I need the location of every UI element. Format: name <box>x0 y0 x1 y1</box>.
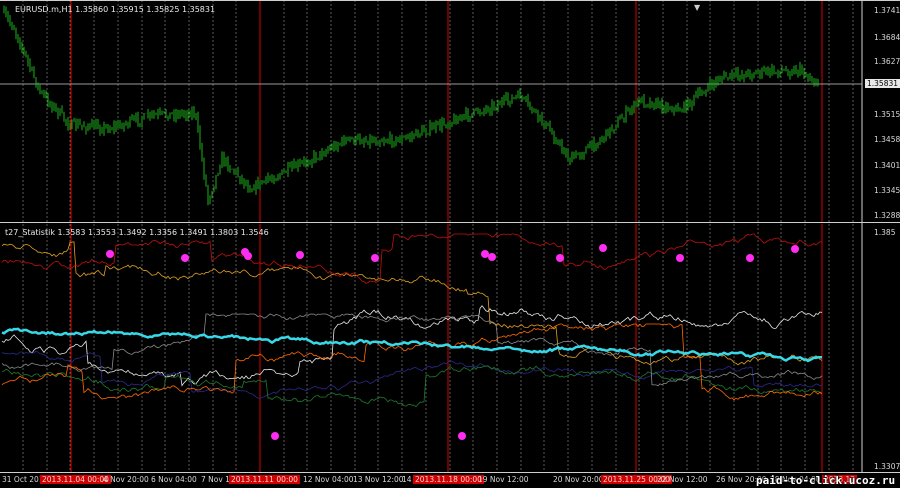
time-tick-label: 2013.11.18 00:00 <box>413 475 484 484</box>
price-tick-label: 1.34010 <box>874 161 900 170</box>
time-tick-label: 13 Nov 12:00 <box>353 475 404 484</box>
price-tick-label: 1.32885 <box>874 211 900 220</box>
time-tick-label: 6 Nov 04:00 <box>151 475 197 484</box>
time-tick-label: 22 Nov 12:00 <box>657 475 708 484</box>
time-tick-label: 2013.11.11 00:00 <box>229 475 300 484</box>
price-tick-label: 1.35150 <box>874 110 900 119</box>
main-pane-title: EURUSD.m,H1 1.35860 1.35915 1.35825 1.35… <box>15 5 216 14</box>
time-tick-label: 2013.11.04 00:00 <box>40 475 111 484</box>
price-tick-label: 1.36845 <box>874 33 900 42</box>
chart-frame <box>0 0 900 473</box>
bid-price-label: 1.35831 <box>865 79 900 88</box>
indicator-pane-title: t27_Statistik 1.3583 1.3553 1.3492 1.335… <box>5 228 269 237</box>
price-tick-label: 1.33455 <box>874 186 900 195</box>
indicator-tick-label: 1.3307 <box>874 462 900 471</box>
time-tick-label: 19 Nov 12:00 <box>478 475 529 484</box>
price-tick-label: 1.34580 <box>874 135 900 144</box>
time-tick-label: 20 Nov 20:00 <box>553 475 604 484</box>
triangle-down-icon[interactable]: ▼ <box>694 3 700 12</box>
chart-window[interactable]: EURUSD.m,H1 1.35860 1.35915 1.35825 1.35… <box>0 0 900 488</box>
time-tick-label: 12 Nov 04:00 <box>303 475 354 484</box>
price-tick-label: 1.36275 <box>874 57 900 66</box>
watermark: paid-to-click.ucoz.ru <box>756 474 896 487</box>
indicator-tick-label: 1.385 <box>874 228 896 237</box>
price-tick-label: 1.37415 <box>874 6 900 15</box>
time-tick-label: 4 Nov 20:00 <box>103 475 149 484</box>
